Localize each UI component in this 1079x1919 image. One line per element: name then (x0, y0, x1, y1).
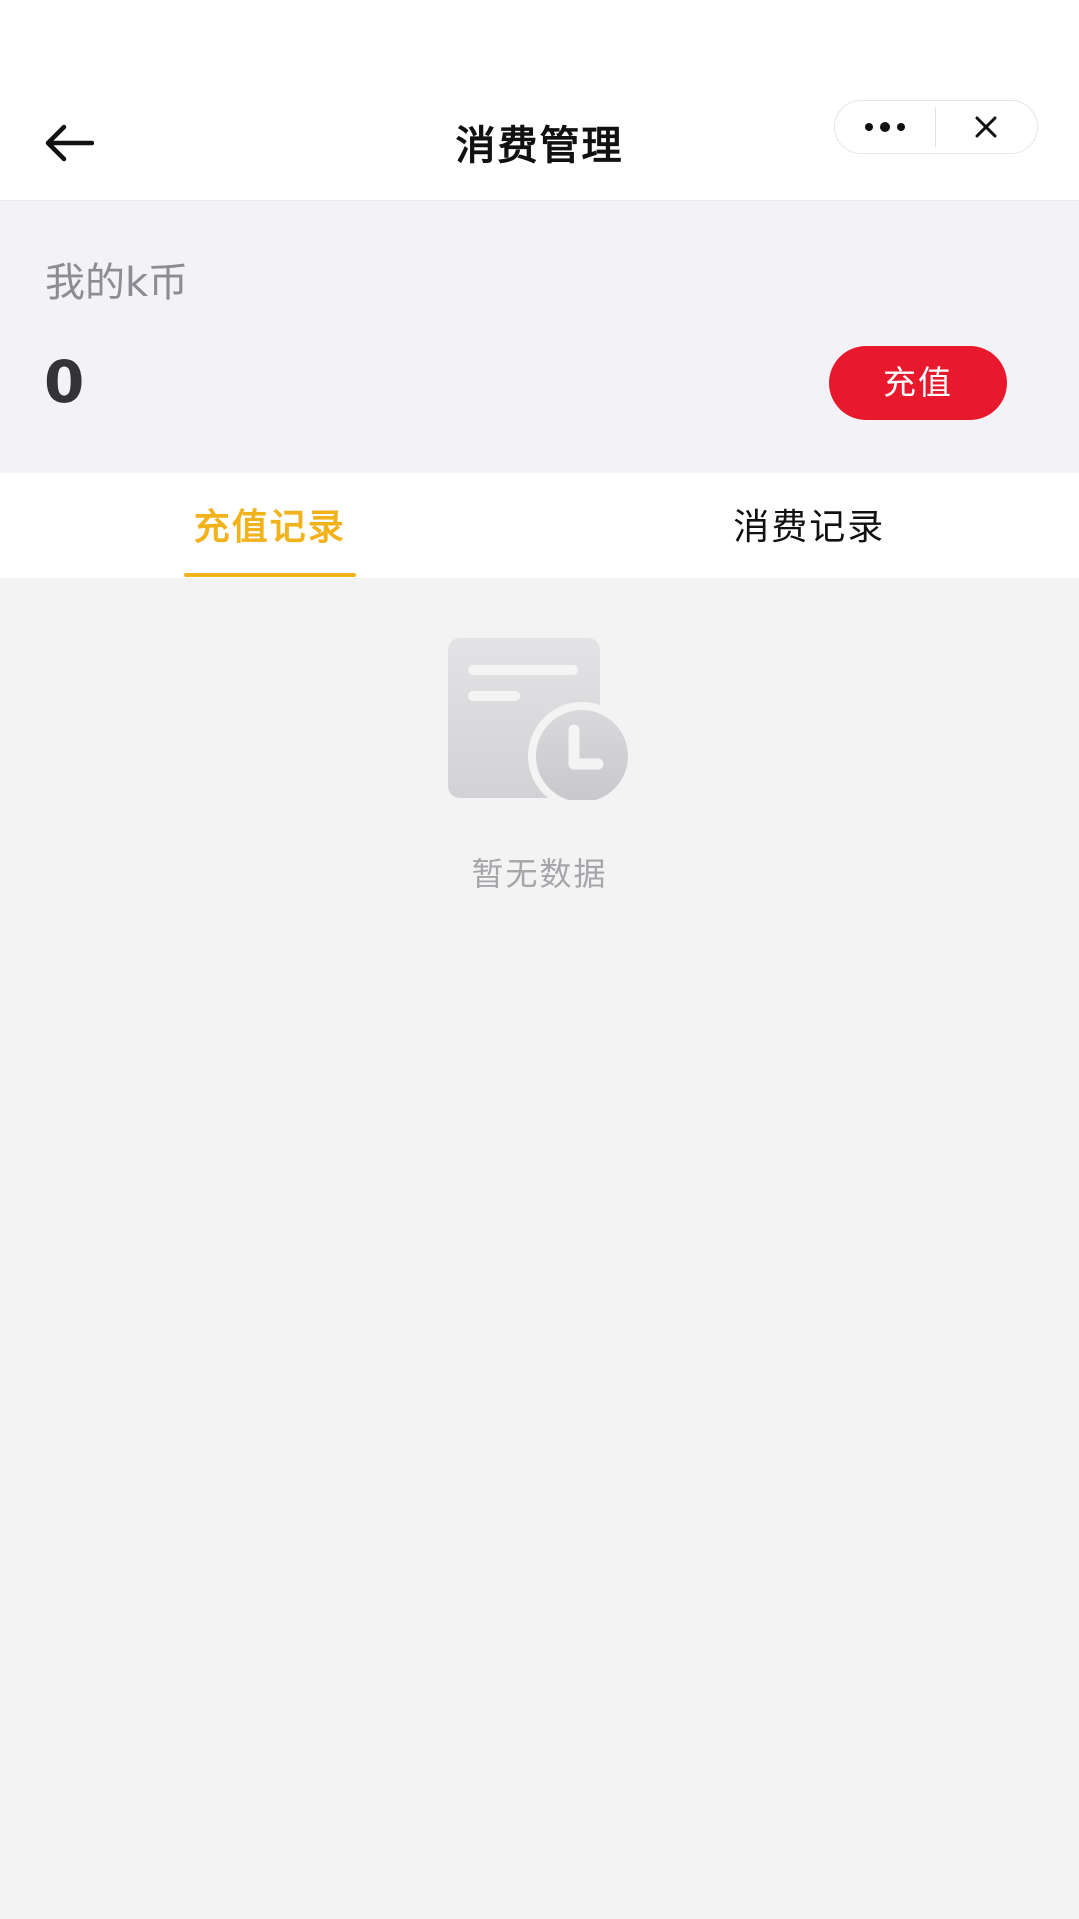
mini-program-capsule (834, 100, 1038, 154)
tab-label: 充值记录 (193, 507, 346, 548)
record-tabs: 充值记录 消费记录 (0, 473, 1079, 578)
tab-label: 消费记录 (733, 507, 886, 548)
recharge-button[interactable]: 充值 (829, 346, 1007, 420)
close-icon (975, 116, 997, 138)
close-button[interactable] (936, 101, 1036, 153)
empty-state-text: 暂无数据 (471, 855, 608, 893)
more-dots-icon (865, 122, 905, 132)
empty-document-clock-icon (448, 638, 632, 800)
tab-recharge-records[interactable]: 充值记录 (0, 473, 540, 578)
navigation-bar: 消费管理 (0, 0, 1079, 201)
active-tab-indicator (184, 573, 356, 577)
tab-consumption-records[interactable]: 消费记录 (540, 473, 1079, 578)
more-button[interactable] (835, 101, 935, 153)
balance-label: 我的k币 (45, 260, 189, 306)
balance-value: 0 (44, 348, 85, 416)
balance-card: 我的k币 0 充值 (0, 201, 1079, 473)
